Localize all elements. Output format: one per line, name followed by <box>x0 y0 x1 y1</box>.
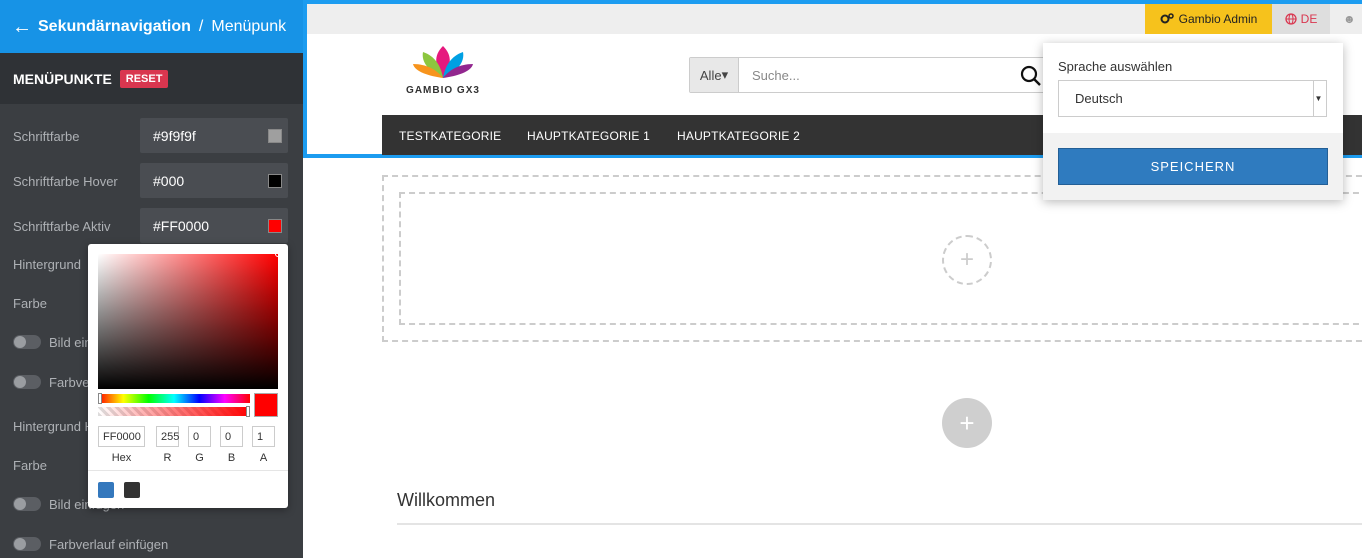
add-section-button[interactable]: + <box>942 398 992 448</box>
lotus-logo-icon <box>413 46 473 78</box>
color-preview <box>254 393 278 417</box>
dropdown-caret <box>1291 35 1307 43</box>
b-input[interactable]: 0 <box>220 426 243 447</box>
saturation-area[interactable] <box>98 251 281 389</box>
language-button[interactable]: DE <box>1272 4 1330 34</box>
farbverlauf-toggle[interactable] <box>13 375 41 389</box>
search-bar: Alle ▾ Suche... <box>689 57 1049 93</box>
bild2-toggle[interactable] <box>13 497 41 511</box>
hintergrund-label: Hintergrund <box>13 257 81 272</box>
alpha-slider[interactable] <box>98 406 250 417</box>
admin-label: Gambio Admin <box>1178 12 1258 26</box>
app-root: ← Sekundärnavigation / Menüpunk MENÜPUNK… <box>0 0 1362 558</box>
schriftfarbe-swatch[interactable] <box>268 129 282 143</box>
nav-item-hauptkategorie-2[interactable]: HAUPTKATEGORIE 2 <box>677 129 800 143</box>
language-dropdown-title: Sprache auswählen <box>1058 59 1173 74</box>
shop-logo[interactable]: GAMBIO GX3 <box>399 42 487 102</box>
nav-item-testkategorie[interactable]: TESTKATEGORIE <box>399 129 501 143</box>
hover-color-input[interactable]: #000 <box>140 163 288 198</box>
schriftfarbe-input[interactable]: #9f9f9f <box>140 118 288 153</box>
chevron-down-icon: ▼ <box>1313 81 1323 116</box>
language-select[interactable]: Deutsch ▼ <box>1058 80 1327 117</box>
section-title: MENÜPUNKTE <box>13 70 112 87</box>
hue-slider[interactable] <box>98 393 250 404</box>
a-label: A <box>259 452 268 464</box>
preset-blue[interactable] <box>98 482 114 498</box>
arrow-left-icon[interactable]: ← <box>12 17 32 37</box>
b-label: B <box>227 452 236 464</box>
content-dropzone-inner <box>399 192 1362 325</box>
a-input[interactable]: 1 <box>252 426 275 447</box>
schriftfarbe-value: #9f9f9f <box>153 127 196 144</box>
nav-item-hauptkategorie-1[interactable]: HAUPTKATEGORIE 1 <box>527 129 650 143</box>
hex-input[interactable]: FF0000 <box>98 426 145 447</box>
reset-button[interactable]: RESET <box>119 69 169 88</box>
r-label: R <box>163 452 172 464</box>
hover-label: Schriftfarbe Hover <box>13 174 118 189</box>
sidebar-title: Sekundärnavigation <box>38 17 191 35</box>
welcome-divider <box>397 523 1362 525</box>
farbverlauf2-toggle-label: Farbverlauf einfügen <box>49 537 169 552</box>
alpha-handle[interactable] <box>246 406 250 417</box>
globe-icon <box>1285 13 1297 25</box>
logo-text: GAMBIO GX3 <box>406 85 480 96</box>
picker-divider <box>88 470 288 471</box>
r-input[interactable]: 255 <box>156 426 179 447</box>
search-icon[interactable] <box>1020 65 1042 87</box>
bild-toggle-label: Bild ein <box>49 335 92 350</box>
farbverlauf-toggle-label: Farbve <box>49 375 90 390</box>
admin-button[interactable]: Gambio Admin <box>1145 4 1272 34</box>
farbe-label: Farbe <box>13 296 47 311</box>
gears-icon <box>1160 13 1174 24</box>
user-icon[interactable]: ☻ <box>1343 12 1356 26</box>
g-input[interactable]: 0 <box>188 426 211 447</box>
hover-value: #000 <box>153 172 185 189</box>
hintergrund-hover-label: Hintergrund H <box>13 419 94 434</box>
bild-toggle[interactable] <box>13 335 41 349</box>
breadcrumb-separator: / <box>198 17 204 35</box>
add-widget-button[interactable]: + <box>942 235 992 285</box>
aktiv-label: Schriftfarbe Aktiv <box>13 219 111 234</box>
farbe2-label: Farbe <box>13 458 47 473</box>
farbverlauf2-toggle[interactable] <box>13 537 41 551</box>
hex-label: Hex <box>111 452 132 464</box>
language-selected: Deutsch <box>1075 91 1123 106</box>
preset-dark[interactable] <box>124 482 140 498</box>
section-header: MENÜPUNKTE RESET <box>0 53 303 104</box>
sidebar-subtitle: Menüpunk <box>211 17 287 35</box>
g-label: G <box>195 452 204 464</box>
welcome-heading: Willkommen <box>397 490 496 510</box>
hue-handle[interactable] <box>98 393 102 404</box>
language-dropdown: Sprache auswählen Deutsch ▼ SPEICHERN <box>1043 43 1343 200</box>
language-label: DE <box>1300 12 1318 26</box>
search-input[interactable]: Suche... <box>752 68 800 83</box>
aktiv-value: #FF0000 <box>153 217 210 234</box>
search-category-label: Alle <box>699 67 722 83</box>
saturation-handle[interactable] <box>275 251 281 257</box>
color-picker: FF0000 255 0 0 1 Hex R G B A <box>88 244 288 508</box>
aktiv-swatch[interactable] <box>268 219 282 233</box>
language-dropdown-footer: SPEICHERN <box>1043 133 1343 200</box>
schriftfarbe-label: Schriftfarbe <box>13 129 80 144</box>
hover-swatch[interactable] <box>268 174 282 188</box>
sidebar-header: ← Sekundärnavigation / Menüpunk <box>0 0 303 53</box>
aktiv-color-input[interactable]: #FF0000 <box>140 208 288 243</box>
save-button[interactable]: SPEICHERN <box>1058 148 1328 185</box>
search-category-select[interactable]: Alle ▾ <box>690 58 739 92</box>
